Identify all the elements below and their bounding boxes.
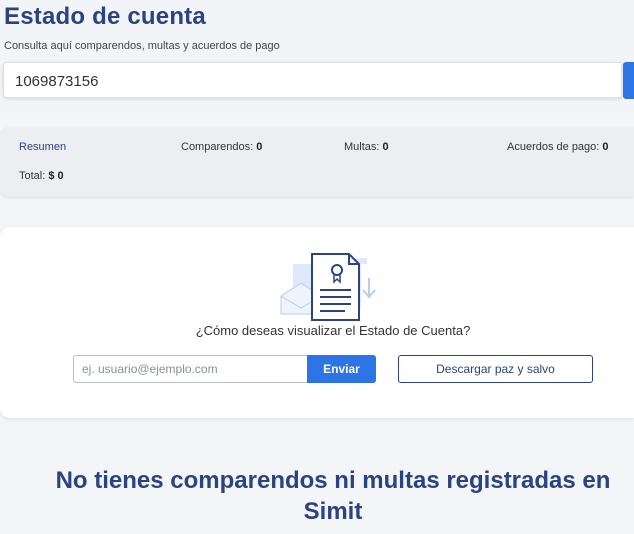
page-title: Estado de cuenta: [4, 3, 206, 30]
comparendos-count: Comparendos: 0: [181, 141, 262, 153]
total-amount: Total: $ 0: [19, 170, 64, 182]
email-field[interactable]: [73, 355, 307, 383]
search-button[interactable]: [623, 62, 634, 99]
download-paz-y-salvo-button[interactable]: Descargar paz y salvo: [398, 355, 593, 383]
acuerdos-label: Acuerdos de pago:: [507, 141, 600, 153]
comparendos-value: 0: [256, 141, 263, 153]
total-value: $ 0: [48, 170, 64, 182]
page-subtitle: Consulta aquí comparendos, multas y acue…: [4, 40, 280, 52]
multas-value: 0: [382, 141, 389, 153]
total-label: Total:: [19, 170, 46, 182]
no-records-message: No tienes comparendos ni multas registra…: [0, 465, 634, 527]
no-records-line-2: Simit: [303, 498, 363, 525]
delivery-question: ¿Cómo deseas visualizar el Estado de Cue…: [195, 323, 471, 338]
search-input[interactable]: 1069873156: [3, 62, 622, 98]
send-button[interactable]: Enviar: [307, 355, 376, 383]
summary-link[interactable]: Resumen: [19, 141, 66, 153]
multas-label: Multas:: [344, 141, 380, 153]
comparendos-label: Comparendos:: [181, 141, 254, 153]
search-value: 1069873156: [15, 73, 99, 90]
multas-count: Multas: 0: [344, 141, 389, 153]
acuerdos-value: 0: [602, 141, 609, 153]
acuerdos-count: Acuerdos de pago: 0: [507, 141, 609, 153]
summary-card: [0, 127, 634, 197]
no-records-line-1: No tienes comparendos ni multas registra…: [55, 467, 611, 494]
certificate-document-icon: [280, 253, 376, 321]
